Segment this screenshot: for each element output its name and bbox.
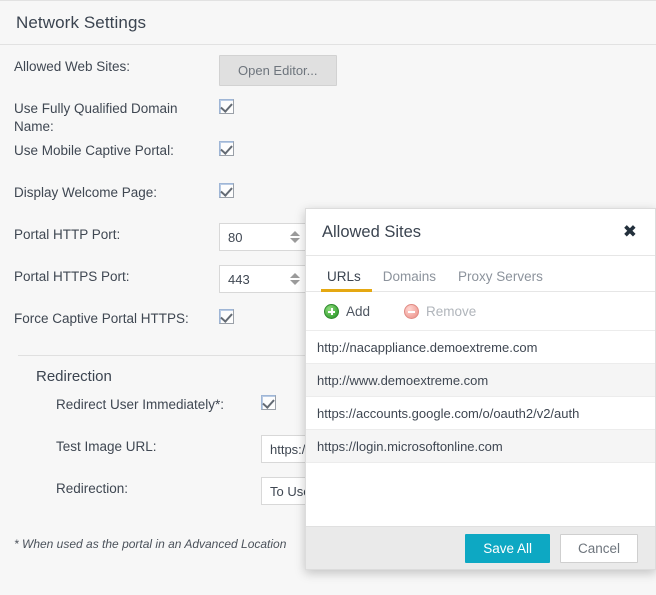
portal-https-port-stepper[interactable]: 443 (219, 265, 309, 293)
dialog-footer: Save All Cancel (306, 526, 655, 569)
open-editor-button[interactable]: Open Editor... (219, 55, 337, 86)
dialog-toolbar: Add Remove (306, 292, 655, 330)
add-button[interactable]: Add (324, 304, 370, 319)
remove-button-label: Remove (426, 304, 476, 319)
list-item[interactable]: https://accounts.google.com/o/oauth2/v2/… (306, 397, 655, 430)
page-header: Network Settings (0, 1, 656, 45)
dialog-header: Allowed Sites ✖ (306, 209, 655, 256)
remove-button[interactable]: Remove (404, 304, 476, 319)
spinner-down-icon[interactable] (290, 238, 300, 243)
use-mobile-captive-portal-checkbox[interactable] (219, 141, 234, 156)
save-all-button[interactable]: Save All (465, 534, 550, 563)
use-fqdn-checkbox[interactable] (219, 99, 234, 114)
add-button-label: Add (346, 304, 370, 319)
redirect-user-immediately-checkbox[interactable] (261, 395, 276, 410)
tab-domains[interactable]: Domains (372, 269, 447, 291)
portal-http-port-stepper[interactable]: 80 (219, 223, 309, 251)
list-item[interactable]: http://www.demoextreme.com (306, 364, 655, 397)
force-captive-portal-https-label: Force Captive Portal HTTPS: (14, 307, 219, 328)
allowed-web-sites-label: Allowed Web Sites: (14, 55, 219, 76)
portal-http-port-label: Portal HTTP Port: (14, 223, 219, 244)
spinner-up-icon[interactable] (290, 273, 300, 278)
cancel-button[interactable]: Cancel (560, 534, 638, 563)
tab-urls[interactable]: URLs (321, 269, 372, 291)
redirect-user-immediately-label: Redirect User Immediately*: (56, 393, 261, 414)
portal-http-port-value: 80 (220, 230, 286, 245)
row-use-mobile-captive-portal: Use Mobile Captive Portal: (0, 139, 656, 181)
dialog-title: Allowed Sites (322, 223, 619, 242)
spinner-down-icon[interactable] (290, 280, 300, 285)
allowed-sites-list: http://nacappliance.demoextreme.com http… (306, 330, 655, 526)
portal-https-port-value: 443 (220, 272, 286, 287)
minus-circle-icon (404, 304, 419, 319)
portal-https-port-label: Portal HTTPS Port: (14, 265, 219, 286)
spinner-up-icon[interactable] (290, 231, 300, 236)
redirection-target-label: Redirection: (56, 477, 261, 498)
list-item[interactable]: https://login.microsoftonline.com (306, 430, 655, 463)
row-allowed-web-sites: Allowed Web Sites: Open Editor... (0, 55, 656, 97)
page-title: Network Settings (16, 13, 146, 33)
use-fqdn-label: Use Fully Qualified Domain Name: (14, 97, 219, 136)
display-welcome-page-label: Display Welcome Page: (14, 181, 219, 202)
list-item[interactable]: http://nacappliance.demoextreme.com (306, 331, 655, 364)
display-welcome-page-checkbox[interactable] (219, 183, 234, 198)
close-icon[interactable]: ✖ (619, 222, 641, 243)
test-image-url-label: Test Image URL: (56, 435, 261, 456)
use-mobile-captive-portal-label: Use Mobile Captive Portal: (14, 139, 219, 160)
dialog-tabs: URLs Domains Proxy Servers (306, 256, 655, 292)
allowed-sites-dialog: Allowed Sites ✖ URLs Domains Proxy Serve… (305, 208, 656, 570)
force-captive-portal-https-checkbox[interactable] (219, 309, 234, 324)
plus-circle-icon (324, 304, 339, 319)
tab-proxy-servers[interactable]: Proxy Servers (447, 269, 554, 291)
row-use-fqdn: Use Fully Qualified Domain Name: (0, 97, 656, 139)
